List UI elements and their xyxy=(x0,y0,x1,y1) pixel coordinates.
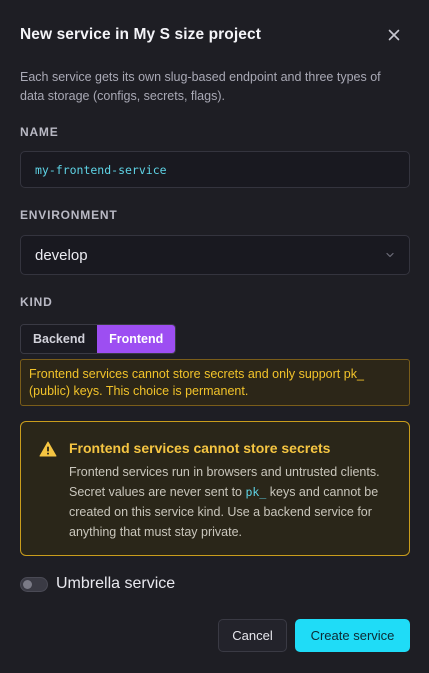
environment-label: ENVIRONMENT xyxy=(20,208,118,222)
warning-icon xyxy=(39,441,57,457)
umbrella-switch-knob xyxy=(23,579,32,589)
new-service-dialog: New service in My S size project Each se… xyxy=(0,0,429,673)
name-label: NAME xyxy=(20,125,59,139)
dialog-title: New service in My S size project xyxy=(20,26,261,43)
warning-body-code: pk_ xyxy=(245,485,267,499)
warning-body: Frontend services run in browsers and un… xyxy=(69,462,399,542)
kind-note: Frontend services cannot store secrets a… xyxy=(20,359,410,406)
frontend-warning-box: Frontend services cannot store secrets F… xyxy=(20,421,410,556)
kind-option-frontend[interactable]: Frontend xyxy=(97,325,176,353)
umbrella-service-switch[interactable] xyxy=(20,576,48,592)
environment-select[interactable]: develop xyxy=(20,235,410,275)
close-button[interactable] xyxy=(385,26,403,44)
name-input[interactable]: my-frontend-service xyxy=(20,151,410,188)
cancel-button[interactable]: Cancel xyxy=(218,619,287,652)
dialog-description: Each service gets its own slug-based end… xyxy=(20,70,381,103)
chevron-down-icon xyxy=(385,250,395,260)
kind-toggle-group: Backend Frontend xyxy=(20,324,177,354)
environment-select-value: develop xyxy=(35,246,88,264)
umbrella-service-label: Umbrella service xyxy=(56,575,176,592)
close-icon xyxy=(388,29,400,41)
kind-label: KIND xyxy=(20,295,53,309)
name-input-value: my-frontend-service xyxy=(35,162,167,177)
umbrella-service-row: Umbrella service xyxy=(20,575,175,593)
create-service-button[interactable]: Create service xyxy=(295,619,410,652)
kind-option-backend[interactable]: Backend xyxy=(21,325,98,353)
warning-title: Frontend services cannot store secrets xyxy=(69,440,331,456)
